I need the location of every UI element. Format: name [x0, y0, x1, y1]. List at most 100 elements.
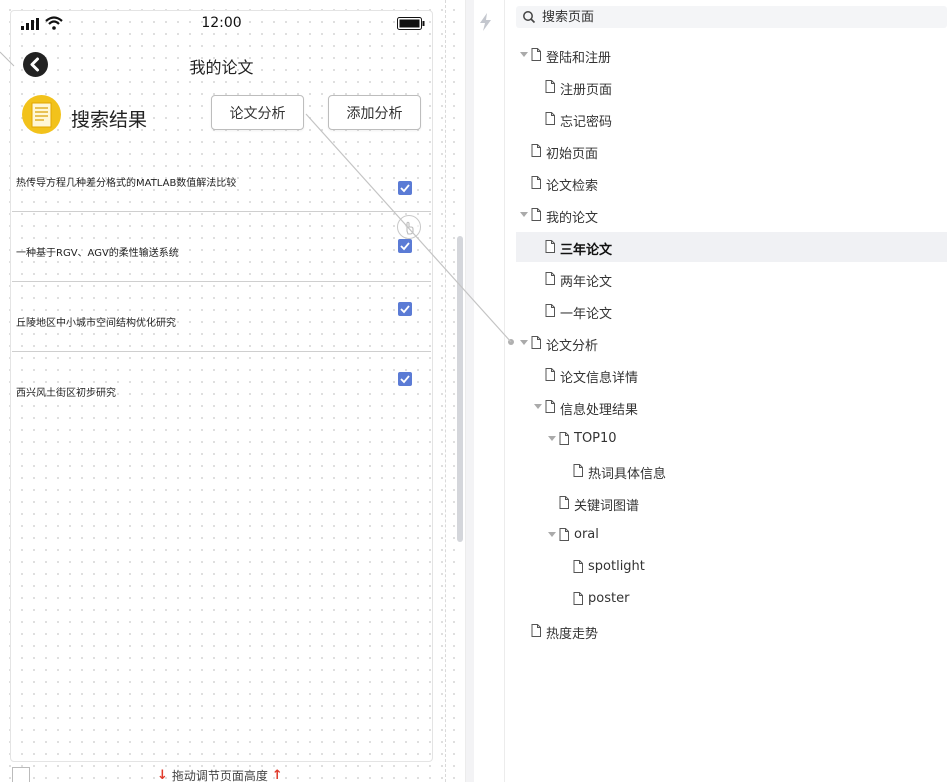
caret-down-icon[interactable] — [520, 52, 528, 58]
page-tree-panel: 登陆和注册注册页面忘记密码初始页面论文检索我的论文三年论文两年论文一年论文论文分… — [506, 0, 947, 782]
document-logo — [22, 95, 61, 134]
check-icon — [400, 375, 410, 384]
interaction-hand-icon[interactable] — [397, 215, 421, 239]
check-icon — [400, 242, 410, 251]
tree-item[interactable]: 忘记密码 — [516, 104, 947, 134]
arrow-down-icon: ↓ — [157, 768, 168, 782]
canvas-scrollbar[interactable] — [457, 236, 463, 542]
tree-item-label: 热度走势 — [546, 627, 599, 642]
design-canvas[interactable]: 12:00 我的论文 搜索结果 论文分析 添加分析 热传导方程几种差分格式的MA… — [0, 0, 465, 782]
resize-hint-label: 拖动调节页面高度 — [171, 769, 268, 782]
paper-row: 丘陵地区中小城市空间结构优化研究 — [12, 282, 431, 352]
analyze-button[interactable]: 论文分析 — [211, 95, 304, 130]
hand-pointer-icon — [406, 221, 414, 235]
tree-item-label: 论文检索 — [546, 179, 599, 194]
page-icon — [545, 272, 555, 285]
paper-checkbox[interactable] — [398, 302, 412, 316]
phone-frame: 12:00 我的论文 搜索结果 论文分析 添加分析 热传导方程几种差分格式的MA… — [10, 10, 433, 762]
tree-item-label: spotlight — [588, 559, 645, 574]
page-icon — [531, 336, 541, 349]
battery-icon — [397, 17, 425, 30]
status-time: 12:00 — [201, 15, 242, 31]
page-icon — [531, 208, 541, 221]
paper-checkbox[interactable] — [398, 372, 412, 386]
paper-title: 热传导方程几种差分格式的MATLAB数值解法比较 — [16, 178, 237, 189]
tree-item[interactable]: oral — [516, 520, 947, 550]
tree-item[interactable]: poster — [516, 584, 947, 614]
arrow-up-icon: ↑ — [271, 768, 283, 782]
tree-item[interactable]: 三年论文 — [516, 232, 947, 262]
paper-row: 西兴风土街区初步研究 — [12, 352, 431, 422]
tree-item-label: 关键词图谱 — [574, 499, 640, 514]
page-icon — [573, 560, 583, 573]
page-icon — [531, 48, 541, 61]
search-icon — [523, 11, 536, 24]
page-icon — [545, 112, 555, 125]
caret-down-icon[interactable] — [520, 212, 528, 218]
tree-item-label: 两年论文 — [560, 275, 613, 290]
panel-gutter — [465, 0, 505, 782]
lightning-icon[interactable] — [478, 13, 494, 31]
page-icon — [559, 432, 569, 445]
results-title: 搜索结果 — [71, 109, 148, 131]
tree-item-label: 初始页面 — [546, 147, 599, 162]
page-icon — [545, 304, 555, 317]
caret-down-icon[interactable] — [548, 532, 556, 538]
tree-item[interactable]: 论文检索 — [516, 168, 947, 198]
tree-item-label: 三年论文 — [560, 243, 613, 258]
paper-title: 西兴风土街区初步研究 — [16, 388, 116, 399]
tree-item-label: oral — [574, 527, 599, 542]
tree-item-label: 信息处理结果 — [560, 403, 639, 418]
tree-item[interactable]: 热度走势 — [516, 616, 947, 646]
page-icon — [559, 528, 569, 541]
page-icon — [545, 240, 555, 253]
paper-title: 丘陵地区中小城市空间结构优化研究 — [16, 318, 176, 329]
caret-down-icon[interactable] — [548, 436, 556, 442]
link-target-dot — [508, 339, 514, 345]
canvas-guide-line — [445, 0, 446, 782]
search-input[interactable] — [542, 7, 922, 27]
tree-item[interactable]: 登陆和注册 — [516, 40, 947, 70]
tree-item[interactable]: spotlight — [516, 552, 947, 582]
tree-item[interactable]: 两年论文 — [516, 264, 947, 294]
page-icon — [573, 464, 583, 477]
page-icon — [573, 592, 583, 605]
tree-item[interactable]: 初始页面 — [516, 136, 947, 166]
tree-item[interactable]: 一年论文 — [516, 296, 947, 326]
page-title: 我的论文 — [189, 58, 254, 77]
page-icon — [531, 176, 541, 189]
status-bar: 12:00 — [11, 11, 432, 37]
page-icon — [545, 80, 555, 93]
resize-hint[interactable]: ↓ 拖动调节页面高度 ↑ — [157, 767, 283, 782]
tree-item-label: 论文信息详情 — [560, 371, 639, 386]
add-analysis-button[interactable]: 添加分析 — [328, 95, 421, 130]
tree-item-label: 我的论文 — [546, 211, 599, 226]
page-icon — [531, 624, 541, 637]
tree-item[interactable]: 论文分析 — [516, 328, 947, 358]
tree-item[interactable]: 注册页面 — [516, 72, 947, 102]
tree-item[interactable]: 论文信息详情 — [516, 360, 947, 390]
search-box[interactable] — [516, 6, 947, 28]
paper-row: 热传导方程几种差分格式的MATLAB数值解法比较 — [12, 142, 431, 212]
gutter-shade — [466, 0, 474, 782]
tree-item[interactable]: 关键词图谱 — [516, 488, 947, 518]
tree-item[interactable]: TOP10 — [516, 424, 947, 454]
tree-item-label: 一年论文 — [560, 307, 613, 322]
page-icon — [545, 400, 555, 413]
tree-item[interactable]: 信息处理结果 — [516, 392, 947, 422]
paper-checkbox[interactable] — [398, 239, 412, 253]
check-icon — [400, 305, 410, 314]
tree-item[interactable]: 热词具体信息 — [516, 456, 947, 486]
bottom-checkbox[interactable] — [12, 767, 30, 782]
tree-item-label: 注册页面 — [560, 83, 613, 98]
tree-item[interactable]: 我的论文 — [516, 200, 947, 230]
tree-item-label: 论文分析 — [546, 339, 599, 354]
document-icon — [31, 102, 52, 128]
tree-item-label: poster — [588, 591, 630, 606]
caret-down-icon[interactable] — [534, 404, 542, 410]
paper-checkbox[interactable] — [398, 181, 412, 195]
paper-title: 一种基于RGV、AGV的柔性输送系统 — [16, 248, 179, 259]
page-icon — [559, 496, 569, 509]
caret-down-icon[interactable] — [520, 340, 528, 346]
page-icon — [545, 368, 555, 381]
